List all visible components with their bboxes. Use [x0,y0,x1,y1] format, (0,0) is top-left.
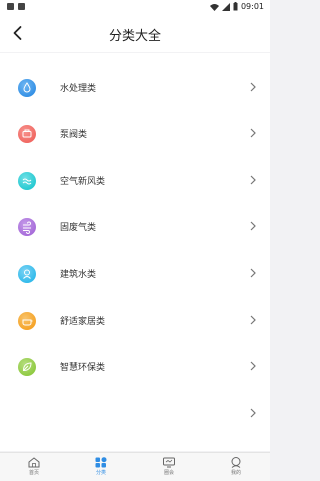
chevron-right-icon [250,361,256,371]
tab-label: 分类 [95,470,106,476]
category-item-empty[interactable] [0,391,270,437]
category-label: 固废气类 [60,223,97,233]
chevron-right-icon [250,175,256,185]
air-fresh-icon [18,172,36,190]
notification-icon [7,3,14,10]
header: 分类大全 [0,14,270,52]
category-label: 空气新风类 [60,177,106,187]
water-drop-icon [18,79,36,97]
tab-label: 圈会 [163,470,174,476]
chevron-right-icon [250,82,256,92]
category-label: 智慧环保类 [60,363,106,373]
circle-icon [163,457,175,468]
tab-label: 首页 [28,470,39,476]
home-icon [28,457,40,468]
pump-valve-icon [18,125,36,143]
category-label: 舒适家居类 [60,317,106,327]
tab-profile[interactable]: 我的 [216,457,256,481]
page-title: 分类大全 [108,29,161,44]
wifi-icon [209,3,219,11]
chevron-right-icon [250,221,256,231]
notification-icons [7,3,25,10]
category-item-air[interactable]: 空气新风类 [0,158,270,204]
chevron-right-icon [250,408,256,418]
smart-eco-icon [18,358,36,376]
category-item-building-water[interactable]: 建筑水类 [0,251,270,297]
category-item-comfort-home[interactable]: 舒适家居类 [0,298,270,344]
category-item-smart-eco[interactable]: 智慧环保类 [0,344,270,390]
category-label: 水处理类 [60,84,97,94]
category-item-pump-valve[interactable]: 泵阀类 [0,111,270,157]
tab-label: 我的 [230,470,241,476]
battery-icon [233,2,238,11]
bottom-tab-bar: 首页 分类 圈会 我的 [0,452,270,481]
chevron-right-icon [250,315,256,325]
category-item-water-treatment[interactable]: 水处理类 [0,65,270,111]
profile-icon [231,457,241,468]
tab-category[interactable]: 分类 [81,457,121,481]
comfort-home-icon [18,312,36,330]
chevron-right-icon [250,128,256,138]
category-list: 水处理类 泵阀类 空气新风类 固废气类 建筑水类 舒适家居类 智慧环保类 [0,53,270,451]
tab-home[interactable]: 首页 [14,457,54,481]
category-item-waste-gas[interactable]: 固废气类 [0,204,270,250]
category-label: 建筑水类 [60,270,97,280]
chevron-right-icon [250,268,256,278]
signal-icon [221,2,230,11]
waste-gas-icon [18,218,36,236]
tab-circle[interactable]: 圈会 [149,457,189,481]
category-label: 泵阀类 [60,130,88,140]
category-icon [95,457,107,468]
download-icon [18,3,25,10]
status-bar: 09:01 [0,0,270,14]
clock: 09:01 [240,2,264,11]
building-water-icon [18,265,36,283]
